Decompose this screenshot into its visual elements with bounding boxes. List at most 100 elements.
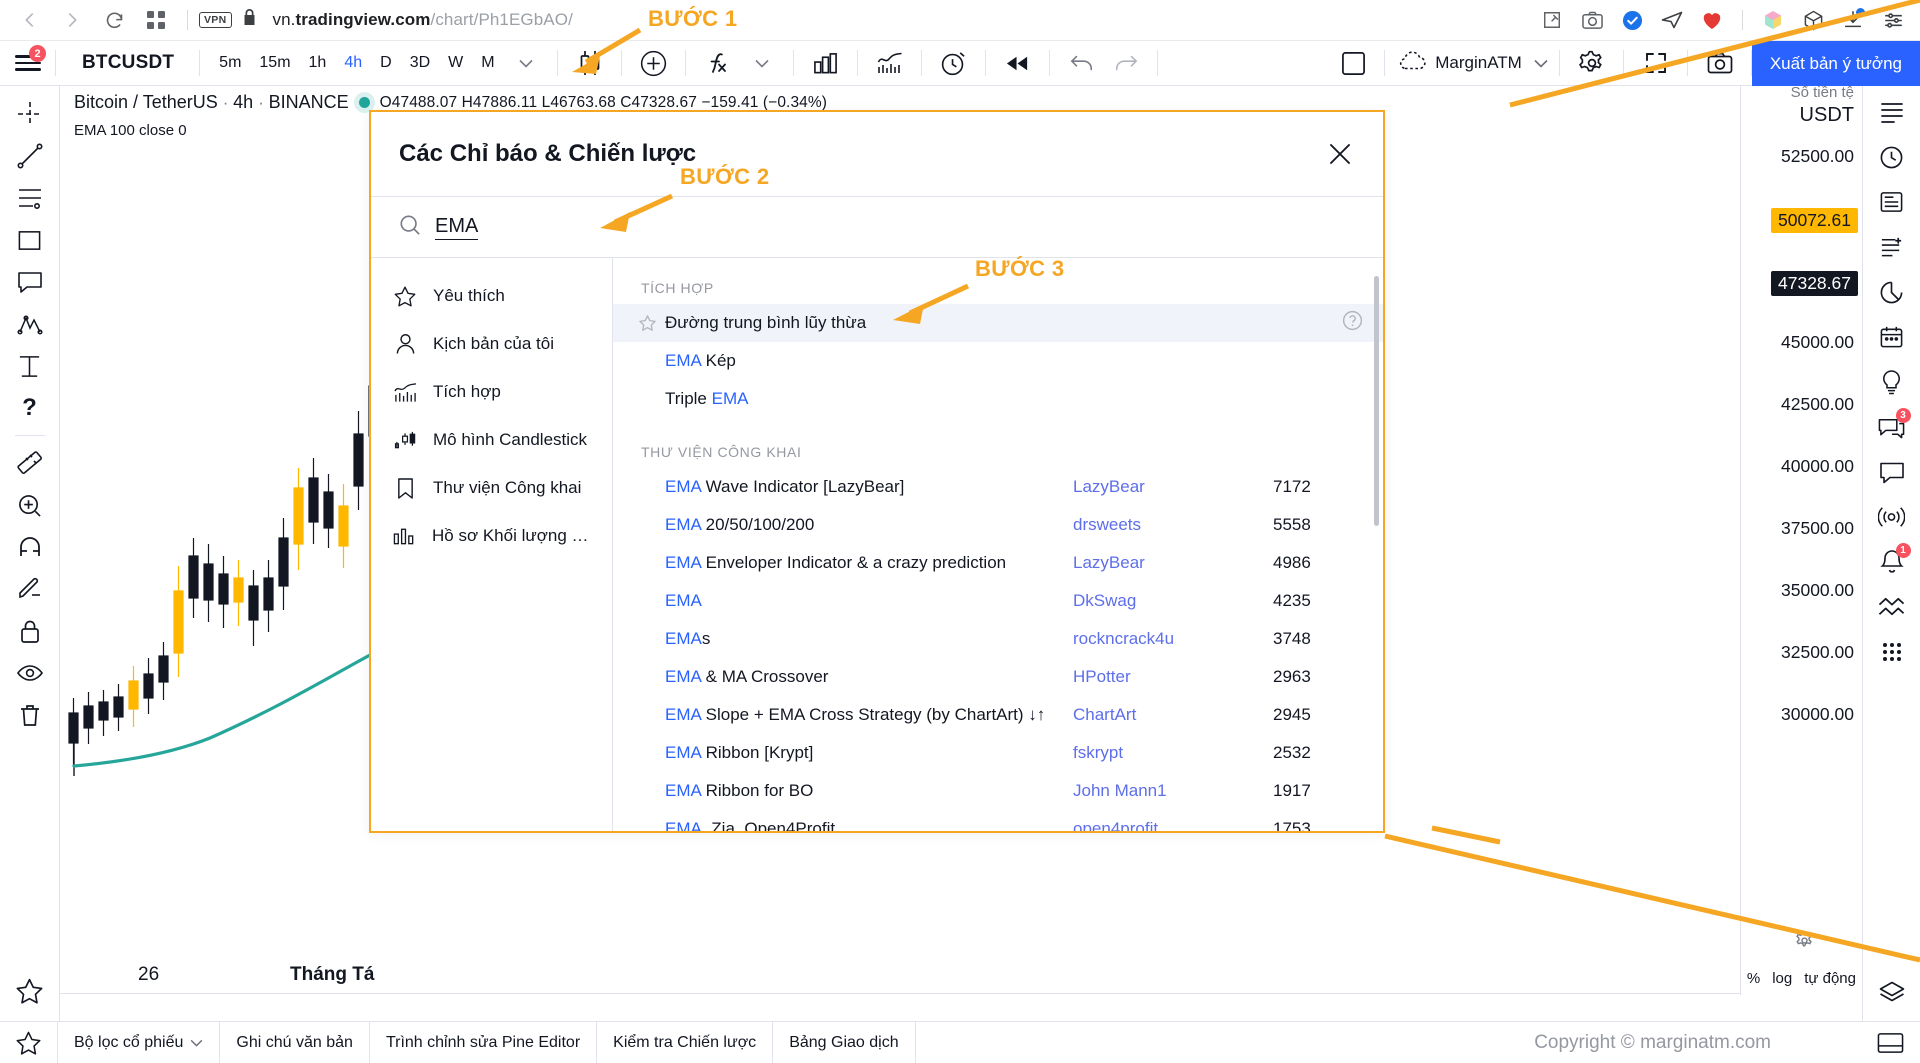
- result-author[interactable]: John Mann1: [1073, 781, 1273, 801]
- shield-check-icon[interactable]: [1613, 3, 1651, 37]
- bottom-favorites-button[interactable]: [0, 1021, 58, 1063]
- text-balloon-icon[interactable]: [8, 262, 52, 302]
- timeframe-15m[interactable]: 15m: [250, 50, 299, 76]
- calendar-icon[interactable]: [1870, 317, 1914, 357]
- help-question-icon[interactable]: ?: [8, 388, 52, 428]
- search-input[interactable]: EMA: [435, 215, 479, 240]
- timeframe-3d[interactable]: 3D: [401, 50, 439, 76]
- sidebar-item-builtin[interactable]: Tích hợp: [371, 368, 612, 416]
- timeframe-d[interactable]: D: [371, 50, 401, 76]
- result-author[interactable]: DkSwag: [1073, 591, 1273, 611]
- layers-icon[interactable]: [1870, 973, 1914, 1013]
- indicators-button[interactable]: [686, 41, 794, 85]
- timeframe-5m[interactable]: 5m: [210, 50, 250, 76]
- result-author[interactable]: drsweets: [1073, 515, 1273, 535]
- result-row-public-4[interactable]: EMAs rockncrack4u 3748: [613, 620, 1383, 658]
- timeframe-chevron-down-icon[interactable]: [504, 41, 548, 86]
- price-scale-settings-gear-icon[interactable]: [1795, 931, 1814, 955]
- box-3d-icon[interactable]: [1794, 3, 1832, 37]
- long-position-icon[interactable]: [8, 346, 52, 386]
- result-row-triple-ema[interactable]: Triple EMA: [613, 380, 1383, 418]
- stream-icon[interactable]: [1870, 497, 1914, 537]
- heart-icon[interactable]: [1693, 3, 1731, 37]
- results-scrollbar[interactable]: [1374, 276, 1379, 526]
- result-row-ema-double[interactable]: EMA Kép: [613, 342, 1383, 380]
- result-row-public-5[interactable]: EMA & MA Crossover HPotter 2963: [613, 658, 1383, 696]
- bookmark-pin-icon[interactable]: [1533, 3, 1571, 37]
- color-cube-icon[interactable]: [1754, 3, 1792, 37]
- alerts-button[interactable]: [922, 41, 986, 85]
- sidebar-item-candlestick-patterns[interactable]: Mô hình Candlestick: [371, 416, 612, 464]
- draw-mode-icon[interactable]: [8, 569, 52, 609]
- alerts-clock-icon[interactable]: [1870, 137, 1914, 177]
- result-author[interactable]: fskrypt: [1073, 743, 1273, 763]
- watchlist-icon[interactable]: [1870, 92, 1914, 132]
- symbol-button[interactable]: BTCUSDT: [56, 41, 201, 85]
- close-icon[interactable]: [1325, 139, 1355, 169]
- result-author[interactable]: rockncrack4u: [1073, 629, 1273, 649]
- layout-button[interactable]: [1321, 41, 1386, 85]
- remove-drawings-icon[interactable]: [8, 695, 52, 735]
- fib-retracement-icon[interactable]: [8, 178, 52, 218]
- bottom-trading-panel-button[interactable]: Bảng Giao dịch: [773, 1021, 916, 1063]
- redo-icon[interactable]: [1104, 41, 1148, 86]
- result-row-public-7[interactable]: EMA Ribbon [Krypt] fskrypt 2532: [613, 734, 1383, 772]
- result-row-public-3[interactable]: EMA DkSwag 4235: [613, 582, 1383, 620]
- magnet-icon[interactable]: [8, 527, 52, 567]
- result-row-public-8[interactable]: EMA Ribbon for BO John Mann1 1917: [613, 772, 1383, 810]
- pattern-icon[interactable]: [8, 304, 52, 344]
- timeframe-m[interactable]: M: [472, 50, 503, 76]
- sidebar-item-favorites[interactable]: Yêu thích: [371, 272, 612, 320]
- chat-group-icon[interactable]: 3: [1870, 407, 1914, 447]
- downloads-icon[interactable]: [1834, 3, 1872, 37]
- result-row-public-2[interactable]: EMA Enveloper Indicator & a crazy predic…: [613, 544, 1383, 582]
- bottom-pine-editor-button[interactable]: Trình chỉnh sửa Pine Editor: [370, 1021, 598, 1063]
- result-row-public-1[interactable]: EMA 20/50/100/200 drsweets 5558: [613, 506, 1383, 544]
- trend-line-icon[interactable]: [8, 136, 52, 176]
- data-window-icon[interactable]: [1870, 227, 1914, 267]
- settings-sliders-icon[interactable]: [1874, 3, 1912, 37]
- bottom-text-notes-button[interactable]: Ghi chú văn bản: [220, 1021, 370, 1063]
- indicators-chevron-down-icon[interactable]: [740, 41, 784, 86]
- private-chat-icon[interactable]: [1870, 452, 1914, 492]
- hide-drawings-icon[interactable]: [8, 653, 52, 693]
- add-compare-button[interactable]: [622, 41, 686, 85]
- bottom-screener-button[interactable]: Bộ lọc cổ phiếu: [58, 1021, 221, 1063]
- timeframe-4h[interactable]: 4h: [335, 50, 371, 76]
- bottom-strategy-tester-button[interactable]: Kiểm tra Chiến lược: [597, 1021, 774, 1063]
- news-icon[interactable]: [1870, 182, 1914, 222]
- price-scale[interactable]: Số tiền tệ USDT 52500.00 50072.61 47328.…: [1740, 86, 1862, 995]
- publish-idea-button[interactable]: Xuất bản ý tưởng: [1751, 41, 1920, 86]
- screenshot-camera-icon[interactable]: [1573, 3, 1611, 37]
- result-author[interactable]: HPotter: [1073, 667, 1273, 687]
- send-telegram-icon[interactable]: [1653, 3, 1691, 37]
- undo-icon[interactable]: [1060, 41, 1104, 86]
- chart-settings-button[interactable]: [1560, 41, 1624, 85]
- dialog-search-row[interactable]: EMA: [371, 196, 1383, 258]
- bottom-panel-toggle-icon[interactable]: [1861, 1022, 1920, 1063]
- scale-percent-option[interactable]: %: [1747, 970, 1760, 987]
- zoom-in-icon[interactable]: [8, 485, 52, 525]
- account-chevron-down-icon[interactable]: [1534, 56, 1548, 71]
- replay-button[interactable]: [986, 41, 1050, 85]
- scale-auto-option[interactable]: tự động: [1804, 970, 1856, 987]
- dialog-results-list[interactable]: TÍCH HỢP Đường trung bình lũy thừa EMA K…: [613, 258, 1383, 831]
- address-bar[interactable]: vn.tradingview.com/chart/Ph1EGbAO/: [273, 10, 573, 30]
- ideas-icon[interactable]: [1870, 362, 1914, 402]
- result-row-public-9[interactable]: EMA_Zia_Open4Profit open4profit 1753: [613, 810, 1383, 831]
- sidebar-item-public-library[interactable]: Thư viện Công khai: [371, 464, 612, 512]
- result-row-public-0[interactable]: EMA Wave Indicator [LazyBear] LazyBear 7…: [613, 468, 1383, 506]
- financials-button[interactable]: [794, 41, 858, 85]
- cross-cursor-icon[interactable]: [8, 94, 52, 134]
- back-icon[interactable]: [10, 3, 50, 37]
- reload-icon[interactable]: [94, 3, 134, 37]
- result-author[interactable]: LazyBear: [1073, 477, 1273, 497]
- scale-log-option[interactable]: log: [1772, 970, 1792, 987]
- screener-chevron-down-icon[interactable]: [190, 1034, 203, 1052]
- result-author[interactable]: open4profit: [1073, 819, 1273, 831]
- help-circle-icon[interactable]: [1342, 310, 1363, 336]
- notifications-bell-icon[interactable]: 1: [1870, 542, 1914, 582]
- sidebar-item-volume-profile[interactable]: Hồ sơ Khối lượng gi…: [371, 512, 612, 560]
- timeframe-1h[interactable]: 1h: [300, 50, 336, 76]
- ruler-measure-icon[interactable]: [8, 443, 52, 483]
